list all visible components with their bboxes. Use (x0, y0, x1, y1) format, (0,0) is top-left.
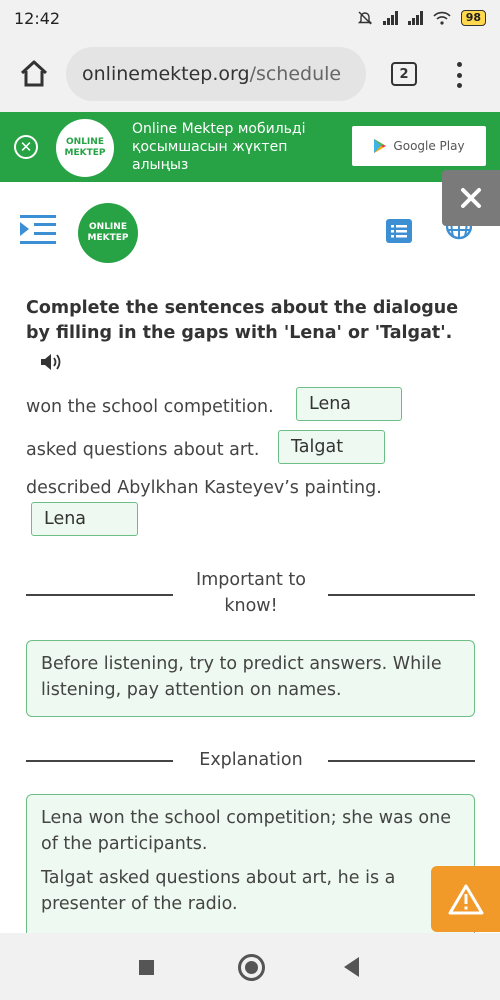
task-instructions: Complete the sentences about the dialogu… (26, 298, 459, 343)
sentence-3-text: described Abylkhan Kasteyev’s painting. (26, 478, 382, 498)
divider (328, 760, 475, 762)
close-overlay-button[interactable] (442, 170, 500, 226)
speaker-icon[interactable] (40, 352, 64, 372)
back-icon[interactable] (344, 957, 359, 977)
explanation-paragraph: Lena won the school competition; she was… (41, 808, 451, 854)
recent-apps-icon[interactable] (139, 960, 154, 975)
status-time: 12:42 (14, 8, 61, 28)
address-bar[interactable]: onlinemektep.org/schedule (66, 47, 366, 101)
answer-gap-3[interactable]: Lena (31, 502, 138, 536)
important-box: Before listening, try to predict answers… (26, 640, 475, 717)
status-bar: 12:42 98 (0, 0, 500, 36)
important-text: Before listening, try to predict answers… (41, 654, 442, 700)
table-of-contents-icon[interactable] (20, 213, 56, 247)
divider (328, 594, 475, 596)
tab-switcher-button[interactable]: 2 (391, 62, 417, 86)
signal-icon (407, 11, 423, 25)
divider (26, 594, 173, 596)
battery-icon: 98 (460, 10, 486, 26)
close-icon (461, 188, 481, 208)
mute-bell-icon (357, 11, 372, 25)
explanation-heading: Explanation (199, 750, 303, 770)
divider (26, 760, 173, 762)
site-logo[interactable]: ONLINE MEKTEP (78, 203, 138, 263)
explanation-box: Lena won the school competition; she was… (26, 794, 475, 954)
status-icons: 98 (357, 10, 486, 26)
list-icon[interactable] (386, 219, 412, 243)
google-play-button[interactable]: Google Play (352, 126, 486, 166)
browser-menu-icon[interactable] (452, 60, 466, 90)
banner-text: Online Mektep мобильді қосымшасын жүктеп… (132, 121, 306, 173)
url-path: /schedule (249, 63, 342, 85)
warning-icon (448, 884, 483, 915)
banner-logo: ONLINE MEKTEP (56, 119, 114, 177)
url-host: onlinemektep.org (82, 63, 250, 85)
signal-icon (382, 11, 398, 25)
system-navigation-bar (0, 933, 500, 1000)
report-error-button[interactable] (431, 866, 500, 932)
home-nav-icon[interactable] (238, 954, 265, 981)
browser-toolbar: onlinemektep.org/schedule 2 (0, 36, 500, 112)
answer-gap-2[interactable]: Talgat (278, 430, 385, 464)
wifi-icon (433, 11, 451, 25)
answer-gap-1[interactable]: Lena (296, 387, 402, 421)
sentence-2-text: asked questions about art. (26, 440, 260, 460)
sentence-1-text: won the school competition. (26, 397, 274, 417)
home-icon[interactable] (18, 58, 50, 90)
explanation-paragraph: Talgat asked questions about art, he is … (41, 868, 396, 914)
important-heading: Important to know! (196, 570, 306, 616)
banner-close-button[interactable]: ✕ (14, 135, 38, 159)
play-store-icon (374, 139, 387, 153)
